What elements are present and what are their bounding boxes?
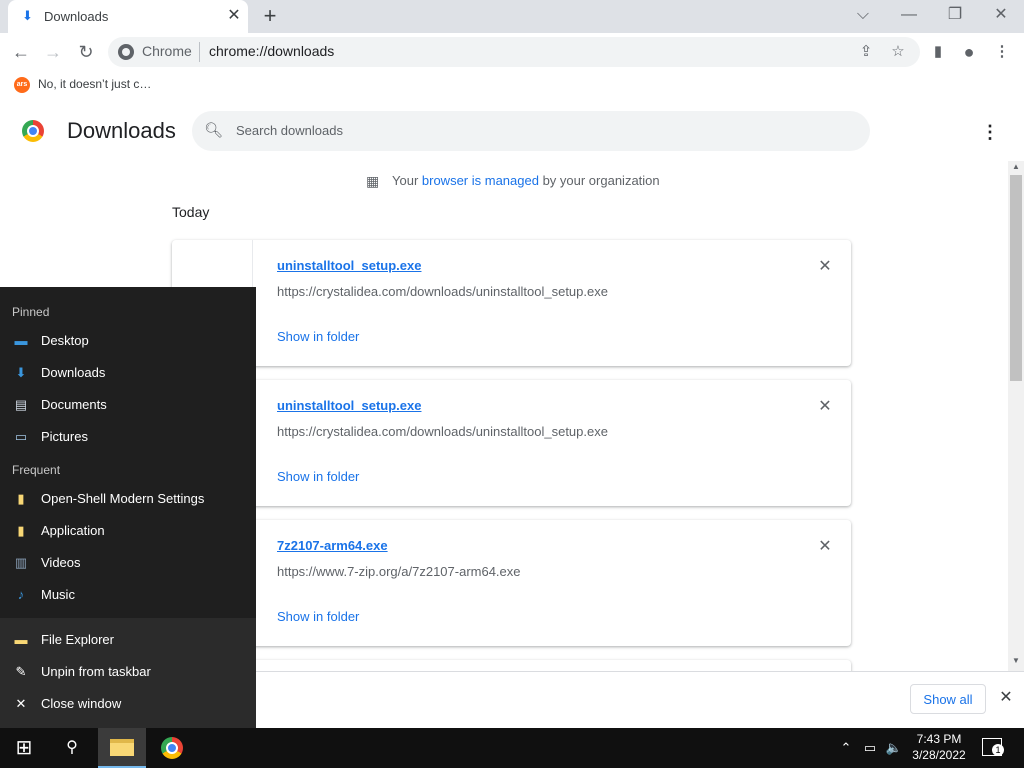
unpin-icon: ✎	[15, 664, 27, 679]
download-file-link[interactable]: uninstalltool_setup.exe	[277, 398, 421, 413]
folder-icon: ▮	[17, 523, 25, 538]
bookmark-star-icon[interactable]: ☆	[888, 42, 908, 62]
tab-downloads[interactable]: ⬇ Downloads ✕	[8, 0, 248, 33]
jumplist-item-file-explorer[interactable]: ▬ File Explorer	[0, 624, 256, 656]
close-shelf-button[interactable]: ✕	[996, 688, 1016, 708]
browser-toolbar: ← → ↻ Chrome chrome://downloads ⇪ ☆ ▮ ● …	[0, 33, 1024, 71]
profile-icon[interactable]: ●	[959, 42, 979, 62]
chrome-icon-center	[166, 742, 178, 754]
search-placeholder: Search downloads	[236, 123, 343, 138]
folder-icon: ▮	[17, 491, 25, 506]
folder-icon	[110, 739, 134, 756]
chrome-icon	[118, 44, 134, 60]
scroll-down-icon[interactable]: ▼	[1008, 655, 1024, 667]
jumplist-tasks: ▬ File Explorer ✎ Unpin from taskbar ✕ C…	[0, 618, 256, 728]
tab-strip: ⬇ Downloads ✕ + ⌵ — ❐ ✕	[0, 0, 1024, 33]
show-in-folder-link[interactable]: Show in folder	[277, 329, 359, 344]
scrollbar-thumb[interactable]	[1010, 175, 1022, 381]
notification-badge: 1	[992, 744, 1004, 756]
videos-icon: ▥	[14, 555, 28, 570]
reload-button[interactable]: ↻	[73, 41, 99, 65]
tab-title: Downloads	[44, 9, 109, 24]
share-icon[interactable]: ⇪	[856, 42, 876, 62]
jumplist-item-videos[interactable]: ▥ Videos	[0, 547, 256, 579]
remove-download-button[interactable]: ✕	[814, 536, 836, 558]
taskbar-jumplist: Pinned ▬ Desktop ⬇ Downloads ▤ Documents…	[0, 287, 256, 728]
windows-taskbar: ⊞ ⚲ ⌃ ▭ 🔈 7:43 PM 3/28/2022 1	[0, 728, 1024, 768]
show-all-button[interactable]: Show all	[910, 684, 986, 714]
jumplist-item-documents[interactable]: ▤ Documents	[0, 389, 256, 421]
jumplist-item-music[interactable]: ♪ Music	[0, 579, 256, 611]
minimize-button[interactable]: —	[894, 4, 924, 28]
jumplist-item-desktop[interactable]: ▬ Desktop	[0, 325, 256, 357]
chrome-menu-icon[interactable]: ⋮	[992, 42, 1012, 62]
download-item: uninstalltool_setup.exe https://crystali…	[172, 240, 851, 366]
documents-icon: ▤	[14, 397, 28, 412]
clock[interactable]: 7:43 PM 3/28/2022	[904, 731, 974, 763]
bookmark-bar: ars No, it doesn’t just c…	[0, 71, 1024, 104]
tab-close-button[interactable]: ✕	[224, 6, 244, 26]
page-title: Downloads	[67, 118, 176, 143]
download-url: https://crystalidea.com/downloads/uninst…	[277, 284, 608, 299]
more-actions-icon[interactable]: ⋮	[978, 120, 1002, 144]
scroll-up-icon[interactable]: ▲	[1008, 161, 1024, 173]
search-downloads-input[interactable]: 🔍︎ Search downloads	[192, 111, 870, 151]
notification-icon[interactable]: 1	[982, 738, 1004, 756]
jumplist-item-application[interactable]: ▮ Application	[0, 515, 256, 547]
show-in-folder-link[interactable]: Show in folder	[277, 469, 359, 484]
download-url: https://crystalidea.com/downloads/uninst…	[277, 424, 608, 439]
managed-link[interactable]: browser is managed	[422, 173, 539, 188]
chrome-taskbar-button[interactable]	[148, 728, 196, 768]
network-icon[interactable]: ▭	[860, 738, 880, 758]
frequent-header: Frequent	[12, 463, 61, 477]
download-icon: ⬇	[22, 8, 33, 23]
desktop-icon: ▬	[14, 333, 28, 348]
download-file-link[interactable]: uninstalltool_setup.exe	[277, 258, 421, 273]
managed-notice: Your browser is managed by your organiza…	[392, 173, 660, 188]
chrome-logo-icon	[22, 120, 44, 142]
remove-download-button[interactable]: ✕	[814, 396, 836, 418]
restore-button[interactable]: ❐	[940, 4, 970, 28]
date-header: Today	[172, 204, 210, 220]
pinned-header: Pinned	[12, 305, 50, 319]
chevron-up-icon[interactable]: ⌃	[836, 738, 856, 758]
search-icon: 🔍︎	[204, 122, 224, 139]
close-window-button[interactable]: ✕	[986, 4, 1016, 28]
volume-icon[interactable]: 🔈	[884, 738, 904, 758]
side-panel-icon[interactable]: ▮	[928, 42, 948, 62]
forward-button[interactable]: →	[40, 41, 66, 65]
clock-time: 7:43 PM	[916, 732, 962, 746]
jumplist-item-downloads[interactable]: ⬇ Downloads	[0, 357, 256, 389]
remove-download-button[interactable]: ✕	[814, 256, 836, 278]
tab-search-button[interactable]: ⌵	[848, 4, 878, 28]
download-url: https://www.7-zip.org/a/7z2107-arm64.exe	[277, 564, 521, 579]
show-in-folder-link[interactable]: Show in folder	[277, 609, 359, 624]
music-icon: ♪	[17, 587, 25, 602]
download-item: 7z2107-arm64.exe https://www.7-zip.org/a…	[172, 520, 851, 646]
jumplist-item-unpin[interactable]: ✎ Unpin from taskbar	[0, 656, 256, 688]
download-item: uninstalltool_setup.exe https://crystali…	[172, 380, 851, 506]
new-tab-button[interactable]: +	[258, 5, 282, 29]
building-icon: ▦	[366, 173, 380, 189]
clock-date: 3/28/2022	[912, 748, 966, 762]
back-button[interactable]: ←	[8, 41, 34, 65]
site-label: Chrome	[142, 43, 192, 59]
download-file-link[interactable]: 7z2107-arm64.exe	[277, 538, 388, 553]
download-icon: ⬇	[15, 365, 27, 380]
jumplist-item-close-window[interactable]: ✕ Close window	[0, 688, 256, 720]
search-icon[interactable]: ⚲	[48, 728, 96, 768]
close-icon: ✕	[15, 696, 27, 711]
url-text[interactable]: chrome://downloads	[209, 43, 334, 59]
file-explorer-taskbar-button[interactable]	[98, 728, 146, 768]
jumplist-item-open-shell[interactable]: ▮ Open-Shell Modern Settings	[0, 483, 256, 515]
bookmark-item[interactable]: No, it doesn’t just c…	[38, 77, 151, 91]
separator	[199, 42, 200, 62]
file-explorer-icon: ▬	[14, 632, 28, 647]
jumplist-item-pictures[interactable]: ▭ Pictures	[0, 421, 256, 453]
start-button[interactable]: ⊞	[0, 728, 48, 768]
address-bar[interactable]: Chrome chrome://downloads ⇪ ☆	[108, 37, 920, 67]
ars-favicon-icon: ars	[14, 77, 30, 93]
pictures-icon: ▭	[14, 429, 28, 444]
